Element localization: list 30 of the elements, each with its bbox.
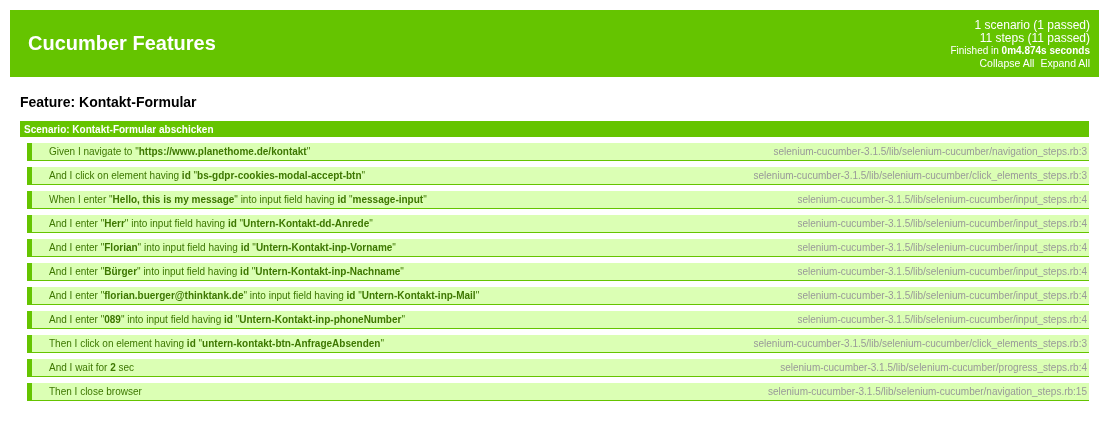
step-text: When I enter "Hello, this is my message" into input field having id "message-input" [49,194,427,205]
step-text: And I enter "Florian" into input field having id "Untern-Kontakt-inp-Vorname" [49,242,396,253]
step-location: selenium-cucumber-3.1.5/lib/selenium-cucumber/input_steps.rb:4 [797,242,1087,253]
duration-text: Finished in 0m4.874s seconds [950,45,1090,57]
report-title: Cucumber Features [28,32,216,55]
step-location: selenium-cucumber-3.1.5/lib/selenium-cucumber/click_elements_steps.rb:3 [753,338,1087,349]
step-text: And I enter "Bürger" into input field having id "Untern-Kontakt-inp-Nachname" [49,266,404,277]
step-text: Then I close browser [49,386,142,397]
toggle-link[interactable]: Collapse All [979,57,1035,70]
step-location: selenium-cucumber-3.1.5/lib/selenium-cucumber/input_steps.rb:4 [797,266,1087,277]
step-location: selenium-cucumber-3.1.5/lib/selenium-cucumber/input_steps.rb:4 [797,194,1087,205]
step-location: selenium-cucumber-3.1.5/lib/selenium-cucumber/click_elements_steps.rb:3 [753,170,1087,181]
summary-count: 1 scenario (1 passed) [973,19,1090,32]
step-text: And I enter "florian.buerger@thinktank.de" into input field having id "Untern-Kontakt-inp-Mail" [49,290,480,301]
feature-title: Feature: Kontakt-Formular [20,94,198,112]
step-text: Given I navigate to "https://www.planethome.de/kontakt" [49,146,311,157]
step-text: And I enter "Herr" into input field having id "Untern-Kontakt-dd-Anrede" [49,218,373,229]
summary-count: 11 steps (11 passed) [978,32,1090,45]
step-location: selenium-cucumber-3.1.5/lib/selenium-cucumber/input_steps.rb:4 [797,314,1087,325]
step-text: And I click on element having id "bs-gdpr-cookies-modal-accept-btn" [49,170,366,181]
toggle-link[interactable]: Expand All [1040,57,1090,70]
step-location: selenium-cucumber-3.1.5/lib/selenium-cucumber/navigation_steps.rb:15 [767,386,1087,397]
step-text: Then I click on element having id "untern-kontakt-btn-AnfrageAbsenden" [49,338,384,349]
step-location: selenium-cucumber-3.1.5/lib/selenium-cucumber/input_steps.rb:4 [797,218,1087,229]
step-text: And I enter "089" into input field having id "Untern-Kontakt-inp-phoneNumber" [49,314,405,325]
step-location: selenium-cucumber-3.1.5/lib/selenium-cucumber/navigation_steps.rb:3 [773,146,1087,157]
step-location: selenium-cucumber-3.1.5/lib/selenium-cucumber/input_steps.rb:4 [797,290,1087,301]
step-text: And I wait for 2 sec [49,362,135,373]
scenario-title: Scenario: Kontakt-Formular abschicken [24,123,214,135]
step-location: selenium-cucumber-3.1.5/lib/selenium-cucumber/progress_steps.rb:4 [780,362,1087,373]
